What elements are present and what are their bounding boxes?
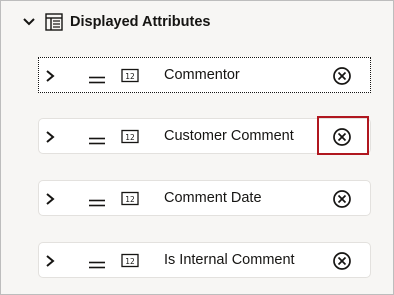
chevron-down-icon[interactable]	[22, 15, 36, 29]
number-type-icon: 12	[121, 68, 139, 83]
attribute-row-comment-date[interactable]: 12 Comment Date	[38, 180, 371, 216]
chevron-right-icon[interactable]	[44, 192, 56, 206]
remove-circle-x-icon[interactable]	[332, 189, 352, 209]
section-header[interactable]: Displayed Attributes	[22, 10, 210, 34]
attribute-label: Comment Date	[164, 190, 262, 206]
chevron-right-icon[interactable]	[44, 130, 56, 144]
svg-text:12: 12	[125, 72, 135, 81]
number-type-icon: 12	[121, 191, 139, 206]
layout-panel-icon	[44, 12, 64, 32]
attribute-row-commentor[interactable]: 12 Commentor	[38, 57, 371, 93]
attribute-label: Commentor	[164, 67, 240, 83]
number-type-icon: 12	[121, 253, 139, 268]
chevron-right-icon[interactable]	[44, 254, 56, 268]
svg-text:12: 12	[125, 195, 135, 204]
drag-handle-icon[interactable]	[89, 132, 105, 145]
drag-handle-icon[interactable]	[89, 194, 105, 207]
attribute-label: Customer Comment	[164, 128, 294, 144]
highlight-box	[317, 116, 369, 155]
remove-circle-x-icon[interactable]	[332, 66, 352, 86]
chevron-right-icon[interactable]	[44, 69, 56, 83]
attribute-row-is-internal-comment[interactable]: 12 Is Internal Comment	[38, 242, 371, 278]
section-title: Displayed Attributes	[70, 14, 211, 30]
svg-text:12: 12	[125, 133, 135, 142]
attribute-label: Is Internal Comment	[164, 252, 295, 268]
drag-handle-icon[interactable]	[89, 71, 105, 84]
svg-text:12: 12	[125, 257, 135, 266]
number-type-icon: 12	[121, 129, 139, 144]
remove-circle-x-icon[interactable]	[332, 251, 352, 271]
drag-handle-icon[interactable]	[89, 256, 105, 269]
